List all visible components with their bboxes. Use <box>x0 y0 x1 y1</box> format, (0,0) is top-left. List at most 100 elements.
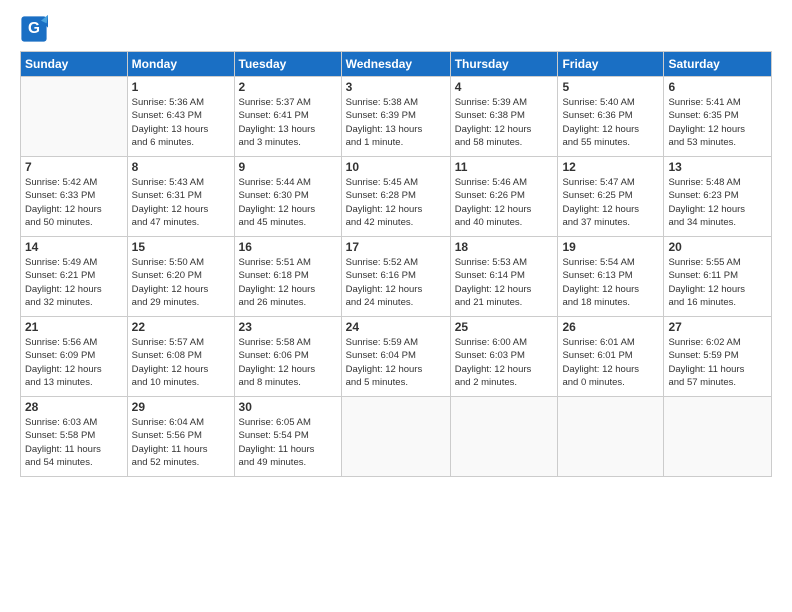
day-cell: 6Sunrise: 5:41 AM Sunset: 6:35 PM Daylig… <box>664 77 772 157</box>
day-cell: 19 Sunrise: 5:54 AM Sunset: 6:13 PM Dayli… <box>558 237 664 317</box>
day-cell: 4 Sunrise: 5:39 AM Sunset: 6:38 PM Daylig… <box>450 77 558 157</box>
day-number: 19 <box>562 240 659 254</box>
day-number: 21 <box>25 320 123 334</box>
day-number: 22 <box>132 320 230 334</box>
day-number: 14 <box>25 240 123 254</box>
day-cell: 16Sunrise: 5:51 AM Sunset: 6:18 PM Dayli… <box>234 237 341 317</box>
day-info: Sunrise: 6:04 AM Sunset: 5:56 PM Dayligh… <box>132 416 230 469</box>
day-info: Sunrise: 6:02 AM Sunset: 5:59 PM Dayligh… <box>668 336 767 389</box>
day-cell: 13 Sunrise: 5:48 AM Sunset: 6:23 PM Dayli… <box>664 157 772 237</box>
day-cell: 12 Sunrise: 5:47 AM Sunset: 6:25 PM Dayli… <box>558 157 664 237</box>
day-number: 10 <box>346 160 446 174</box>
day-number: 2 <box>239 80 337 94</box>
svg-text:G: G <box>28 20 40 37</box>
day-info: Sunrise: 5:54 AM Sunset: 6:13 PM Dayligh… <box>562 256 659 309</box>
day-info: Sunrise: 5:49 AM Sunset: 6:21 PM Dayligh… <box>25 256 123 309</box>
day-info: Sunrise: 5:36 AM Sunset: 6:43 PM Dayligh… <box>132 96 230 149</box>
day-number: 23 <box>239 320 337 334</box>
day-info: Sunrise: 5:55 AM Sunset: 6:11 PM Dayligh… <box>668 256 767 309</box>
day-cell <box>450 397 558 477</box>
day-info: Sunrise: 5:44 AM Sunset: 6:30 PM Dayligh… <box>239 176 337 229</box>
day-cell <box>664 397 772 477</box>
day-info: Sunrise: 5:47 AM Sunset: 6:25 PM Dayligh… <box>562 176 659 229</box>
day-cell: 11Sunrise: 5:46 AM Sunset: 6:26 PM Dayli… <box>450 157 558 237</box>
day-number: 7 <box>25 160 123 174</box>
calendar-table: SundayMondayTuesdayWednesdayThursdayFrid… <box>20 51 772 477</box>
logo: G <box>20 15 50 43</box>
day-cell: 23 Sunrise: 5:58 AM Sunset: 6:06 PM Dayli… <box>234 317 341 397</box>
day-number: 26 <box>562 320 659 334</box>
day-cell: 22Sunrise: 5:57 AM Sunset: 6:08 PM Dayli… <box>127 317 234 397</box>
col-header-monday: Monday <box>127 52 234 77</box>
day-cell: 25Sunrise: 6:00 AM Sunset: 6:03 PM Dayli… <box>450 317 558 397</box>
day-info: Sunrise: 6:03 AM Sunset: 5:58 PM Dayligh… <box>25 416 123 469</box>
day-cell <box>21 77 128 157</box>
day-cell: 27 Sunrise: 6:02 AM Sunset: 5:59 PM Dayli… <box>664 317 772 397</box>
day-cell: 14 Sunrise: 5:49 AM Sunset: 6:21 PM Dayli… <box>21 237 128 317</box>
day-cell: 24 Sunrise: 5:59 AM Sunset: 6:04 PM Dayli… <box>341 317 450 397</box>
day-cell: 17 Sunrise: 5:52 AM Sunset: 6:16 PM Dayli… <box>341 237 450 317</box>
day-cell: 3 Sunrise: 5:38 AM Sunset: 6:39 PM Daylig… <box>341 77 450 157</box>
day-cell: 29 Sunrise: 6:04 AM Sunset: 5:56 PM Dayli… <box>127 397 234 477</box>
week-row-1: 1Sunrise: 5:36 AM Sunset: 6:43 PM Daylig… <box>21 77 772 157</box>
day-cell: 8Sunrise: 5:43 AM Sunset: 6:31 PM Daylig… <box>127 157 234 237</box>
day-number: 5 <box>562 80 659 94</box>
day-number: 18 <box>455 240 554 254</box>
day-info: Sunrise: 5:53 AM Sunset: 6:14 PM Dayligh… <box>455 256 554 309</box>
calendar-page: G SundayMondayTuesdayWednesdayThursdayFr… <box>0 0 792 612</box>
week-row-4: 21 Sunrise: 5:56 AM Sunset: 6:09 PM Dayli… <box>21 317 772 397</box>
day-number: 4 <box>455 80 554 94</box>
day-cell: 30Sunrise: 6:05 AM Sunset: 5:54 PM Dayli… <box>234 397 341 477</box>
day-info: Sunrise: 5:52 AM Sunset: 6:16 PM Dayligh… <box>346 256 446 309</box>
day-cell <box>341 397 450 477</box>
day-info: Sunrise: 5:38 AM Sunset: 6:39 PM Dayligh… <box>346 96 446 149</box>
day-info: Sunrise: 5:50 AM Sunset: 6:20 PM Dayligh… <box>132 256 230 309</box>
day-info: Sunrise: 5:41 AM Sunset: 6:35 PM Dayligh… <box>668 96 767 149</box>
day-number: 11 <box>455 160 554 174</box>
day-info: Sunrise: 5:48 AM Sunset: 6:23 PM Dayligh… <box>668 176 767 229</box>
week-row-5: 28 Sunrise: 6:03 AM Sunset: 5:58 PM Dayli… <box>21 397 772 477</box>
day-number: 9 <box>239 160 337 174</box>
day-number: 29 <box>132 400 230 414</box>
day-number: 24 <box>346 320 446 334</box>
day-number: 15 <box>132 240 230 254</box>
day-cell: 7 Sunrise: 5:42 AM Sunset: 6:33 PM Daylig… <box>21 157 128 237</box>
day-number: 30 <box>239 400 337 414</box>
day-cell: 9 Sunrise: 5:44 AM Sunset: 6:30 PM Daylig… <box>234 157 341 237</box>
day-info: Sunrise: 5:40 AM Sunset: 6:36 PM Dayligh… <box>562 96 659 149</box>
day-info: Sunrise: 5:39 AM Sunset: 6:38 PM Dayligh… <box>455 96 554 149</box>
header-row: SundayMondayTuesdayWednesdayThursdayFrid… <box>21 52 772 77</box>
day-info: Sunrise: 5:42 AM Sunset: 6:33 PM Dayligh… <box>25 176 123 229</box>
day-cell: 10 Sunrise: 5:45 AM Sunset: 6:28 PM Dayli… <box>341 157 450 237</box>
col-header-saturday: Saturday <box>664 52 772 77</box>
day-cell: 1Sunrise: 5:36 AM Sunset: 6:43 PM Daylig… <box>127 77 234 157</box>
day-cell: 26 Sunrise: 6:01 AM Sunset: 6:01 PM Dayli… <box>558 317 664 397</box>
day-number: 28 <box>25 400 123 414</box>
day-info: Sunrise: 6:01 AM Sunset: 6:01 PM Dayligh… <box>562 336 659 389</box>
col-header-tuesday: Tuesday <box>234 52 341 77</box>
day-number: 20 <box>668 240 767 254</box>
day-number: 17 <box>346 240 446 254</box>
day-cell: 2 Sunrise: 5:37 AM Sunset: 6:41 PM Daylig… <box>234 77 341 157</box>
day-cell: 18 Sunrise: 5:53 AM Sunset: 6:14 PM Dayli… <box>450 237 558 317</box>
day-cell <box>558 397 664 477</box>
week-row-3: 14 Sunrise: 5:49 AM Sunset: 6:21 PM Dayli… <box>21 237 772 317</box>
day-number: 13 <box>668 160 767 174</box>
day-number: 12 <box>562 160 659 174</box>
day-info: Sunrise: 5:37 AM Sunset: 6:41 PM Dayligh… <box>239 96 337 149</box>
day-info: Sunrise: 5:58 AM Sunset: 6:06 PM Dayligh… <box>239 336 337 389</box>
day-info: Sunrise: 5:45 AM Sunset: 6:28 PM Dayligh… <box>346 176 446 229</box>
day-number: 3 <box>346 80 446 94</box>
header: G <box>20 15 772 43</box>
day-number: 27 <box>668 320 767 334</box>
logo-icon: G <box>20 15 48 43</box>
day-cell: 5 Sunrise: 5:40 AM Sunset: 6:36 PM Daylig… <box>558 77 664 157</box>
day-cell: 28 Sunrise: 6:03 AM Sunset: 5:58 PM Dayli… <box>21 397 128 477</box>
day-cell: 21 Sunrise: 5:56 AM Sunset: 6:09 PM Dayli… <box>21 317 128 397</box>
day-info: Sunrise: 5:59 AM Sunset: 6:04 PM Dayligh… <box>346 336 446 389</box>
day-number: 25 <box>455 320 554 334</box>
day-info: Sunrise: 5:56 AM Sunset: 6:09 PM Dayligh… <box>25 336 123 389</box>
day-cell: 20 Sunrise: 5:55 AM Sunset: 6:11 PM Dayli… <box>664 237 772 317</box>
day-number: 8 <box>132 160 230 174</box>
col-header-thursday: Thursday <box>450 52 558 77</box>
